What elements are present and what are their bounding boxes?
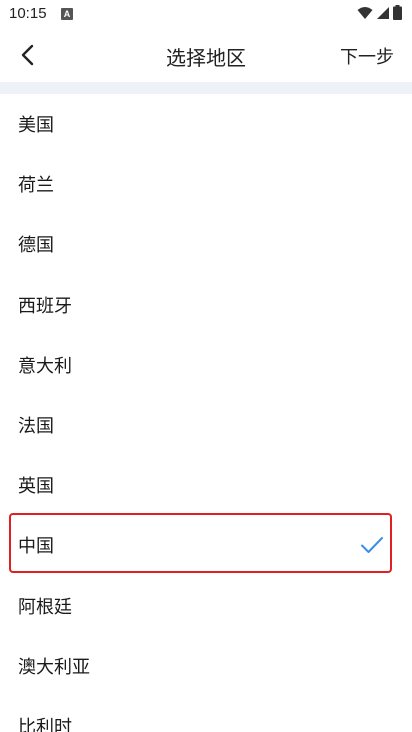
header-divider	[0, 82, 412, 94]
list-item[interactable]: 西班牙	[0, 275, 412, 335]
region-list: 美国 荷兰 德国 西班牙 意大利 法国 英国 中国 阿根廷 澳大利亚 比利时	[0, 94, 412, 732]
region-label: 德国	[18, 235, 54, 257]
region-label: 荷兰	[18, 175, 54, 197]
list-item[interactable]: 意大利	[0, 335, 412, 395]
region-select-screen: 10:15 A 选择地区 下一步 美国 荷兰 德国 西班牙 意大利 法国 英国 …	[0, 0, 412, 732]
list-item[interactable]: 德国	[0, 214, 412, 274]
next-button[interactable]: 下一步	[340, 43, 394, 69]
a-icon: A	[61, 8, 73, 20]
list-item[interactable]: 荷兰	[0, 154, 412, 214]
signal-icon	[376, 5, 390, 24]
status-bar: 10:15 A	[0, 0, 412, 30]
app-header: 选择地区 下一步	[0, 30, 412, 82]
wifi-icon	[357, 5, 373, 24]
list-item[interactable]: 美国	[0, 94, 412, 154]
battery-icon	[393, 4, 402, 24]
list-item[interactable]: 比利时	[0, 696, 412, 732]
status-time: 10:15	[9, 5, 47, 22]
region-label: 澳大利亚	[18, 656, 90, 678]
check-icon	[360, 536, 384, 554]
list-item[interactable]: 法国	[0, 395, 412, 455]
region-label: 美国	[18, 115, 54, 137]
list-item[interactable]: 英国	[0, 455, 412, 515]
region-label: 英国	[18, 476, 54, 498]
region-label: 比利时	[18, 716, 72, 732]
list-item[interactable]: 阿根廷	[0, 576, 412, 636]
region-label: 意大利	[18, 355, 72, 377]
status-icons	[354, 4, 402, 24]
list-item-selected[interactable]: 中国	[0, 515, 412, 575]
list-item[interactable]: 澳大利亚	[0, 636, 412, 696]
region-label: 阿根廷	[18, 596, 72, 618]
region-label: 中国	[18, 536, 54, 558]
region-label: 法国	[18, 416, 54, 438]
region-label: 西班牙	[18, 295, 72, 317]
